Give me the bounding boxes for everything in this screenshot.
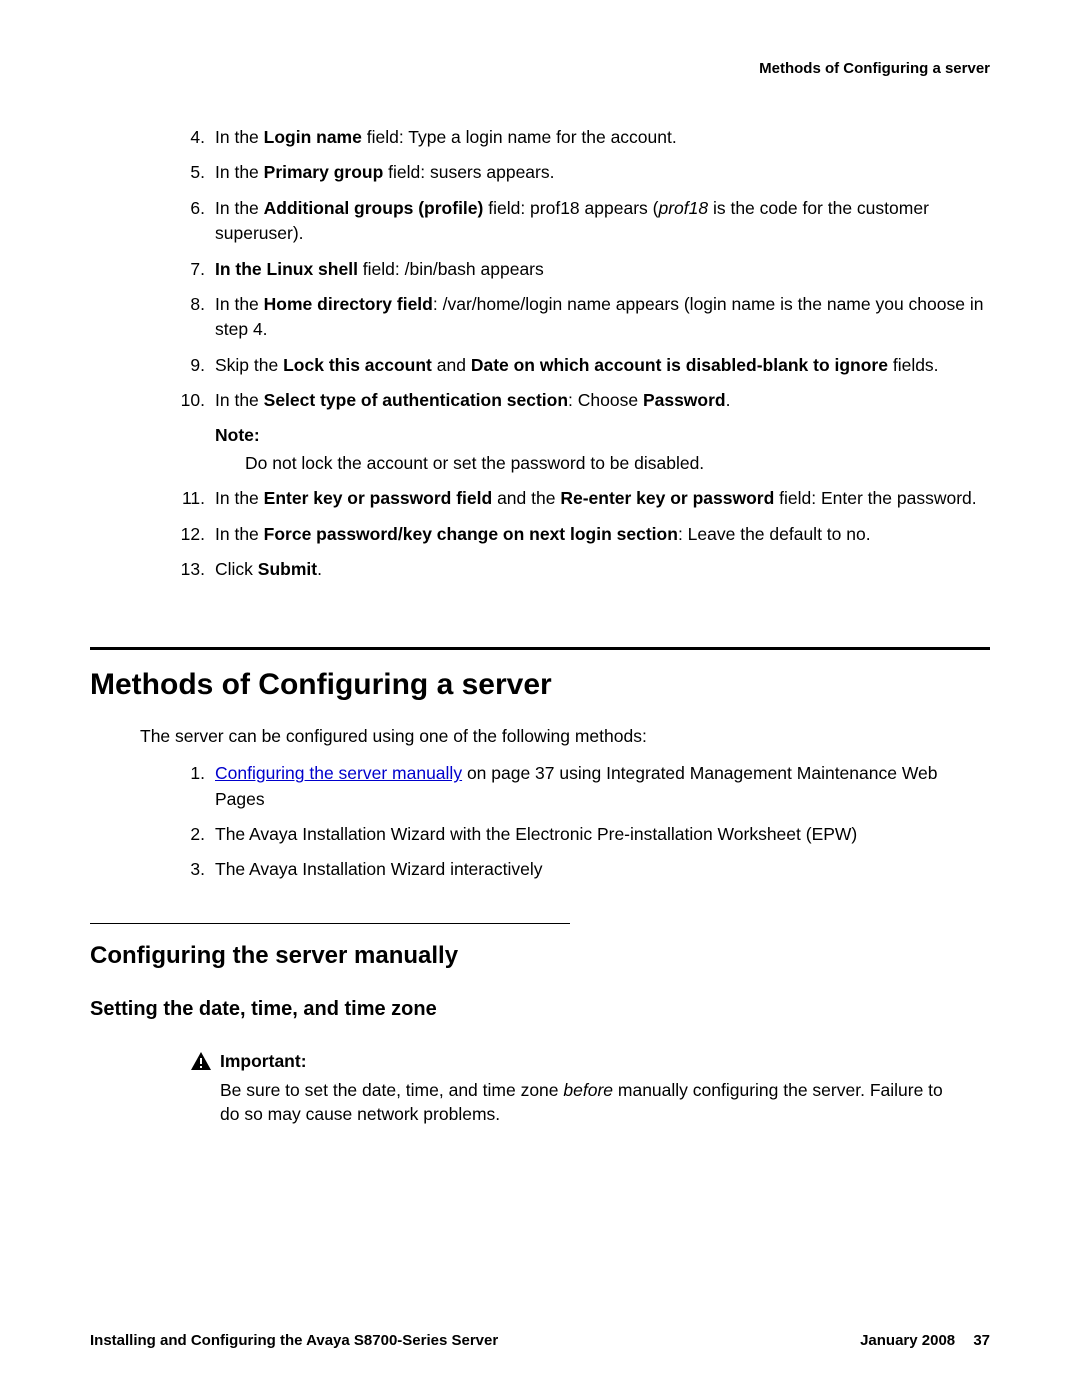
- step-number: 8.: [180, 292, 215, 343]
- step-text: In the Select type of authentication sec…: [215, 388, 990, 413]
- step-number: 6.: [180, 196, 215, 247]
- subsection-divider: [90, 923, 570, 924]
- method-number: 1.: [180, 761, 215, 812]
- step-text: Click Submit.: [215, 557, 990, 582]
- intro-text: The server can be configured using one o…: [140, 726, 990, 747]
- footer-page-number: 37: [973, 1332, 990, 1349]
- step-13: 13. Click Submit.: [180, 557, 990, 582]
- step-number: 11.: [180, 486, 215, 511]
- step-4: 4. In the Login name field: Type a login…: [180, 125, 990, 150]
- step-6: 6. In the Additional groups (profile) fi…: [180, 196, 990, 247]
- step-text: In the Login name field: Type a login na…: [215, 125, 990, 150]
- step-7: 7. In the Linux shell field: /bin/bash a…: [180, 257, 990, 282]
- step-9: 9. Skip the Lock this account and Date o…: [180, 353, 990, 378]
- method-3: 3. The Avaya Installation Wizard interac…: [180, 857, 990, 882]
- step-text: In the Enter key or password field and t…: [215, 486, 990, 511]
- warning-icon: [190, 1051, 212, 1071]
- important-text: Be sure to set the date, time, and time …: [220, 1078, 960, 1127]
- step-text: Skip the Lock this account and Date on w…: [215, 353, 990, 378]
- step-number: 5.: [180, 160, 215, 185]
- method-number: 3.: [180, 857, 215, 882]
- step-number: 13.: [180, 557, 215, 582]
- step-text: In the Primary group field: susers appea…: [215, 160, 990, 185]
- method-number: 2.: [180, 822, 215, 847]
- numbered-steps: 4. In the Login name field: Type a login…: [90, 125, 990, 582]
- method-text: The Avaya Installation Wizard with the E…: [215, 822, 990, 847]
- method-2: 2. The Avaya Installation Wizard with th…: [180, 822, 990, 847]
- header-section-title: Methods of Configuring a server: [90, 60, 990, 77]
- step-number: 4.: [180, 125, 215, 150]
- step-text: In the Home directory field: /var/home/l…: [215, 292, 990, 343]
- heading-config-manually: Configuring the server manually: [90, 942, 990, 970]
- footer-doc-title: Installing and Configuring the Avaya S87…: [90, 1332, 498, 1349]
- method-1: 1. Configuring the server manually on pa…: [180, 761, 990, 812]
- heading-date-time: Setting the date, time, and time zone: [90, 998, 990, 1021]
- step-text: In the Linux shell field: /bin/bash appe…: [215, 257, 990, 282]
- note-block: Note: Do not lock the account or set the…: [215, 423, 990, 476]
- step-12: 12. In the Force password/key change on …: [180, 522, 990, 547]
- note-text: Do not lock the account or set the passw…: [245, 451, 990, 476]
- footer-date: January 2008: [860, 1332, 955, 1349]
- methods-list: 1. Configuring the server manually on pa…: [90, 761, 990, 883]
- step-5: 5. In the Primary group field: susers ap…: [180, 160, 990, 185]
- footer-right: January 2008 37: [860, 1332, 990, 1349]
- note-label: Note:: [215, 423, 990, 448]
- important-label: Important:: [220, 1051, 307, 1072]
- method-text: Configuring the server manually on page …: [215, 761, 990, 812]
- heading-methods: Methods of Configuring a server: [90, 668, 990, 702]
- important-block: Important: Be sure to set the date, time…: [190, 1051, 990, 1127]
- section-divider: [90, 647, 990, 650]
- step-text: In the Additional groups (profile) field…: [215, 196, 990, 247]
- step-text: In the Force password/key change on next…: [215, 522, 990, 547]
- step-number: 7.: [180, 257, 215, 282]
- step-number: 12.: [180, 522, 215, 547]
- method-text: The Avaya Installation Wizard interactiv…: [215, 857, 990, 882]
- step-10: 10. In the Select type of authentication…: [180, 388, 990, 413]
- page-footer: Installing and Configuring the Avaya S87…: [90, 1332, 990, 1349]
- config-manually-link[interactable]: Configuring the server manually: [215, 763, 462, 783]
- step-number: 10.: [180, 388, 215, 413]
- step-number: 9.: [180, 353, 215, 378]
- step-8: 8. In the Home directory field: /var/hom…: [180, 292, 990, 343]
- step-11: 11. In the Enter key or password field a…: [180, 486, 990, 511]
